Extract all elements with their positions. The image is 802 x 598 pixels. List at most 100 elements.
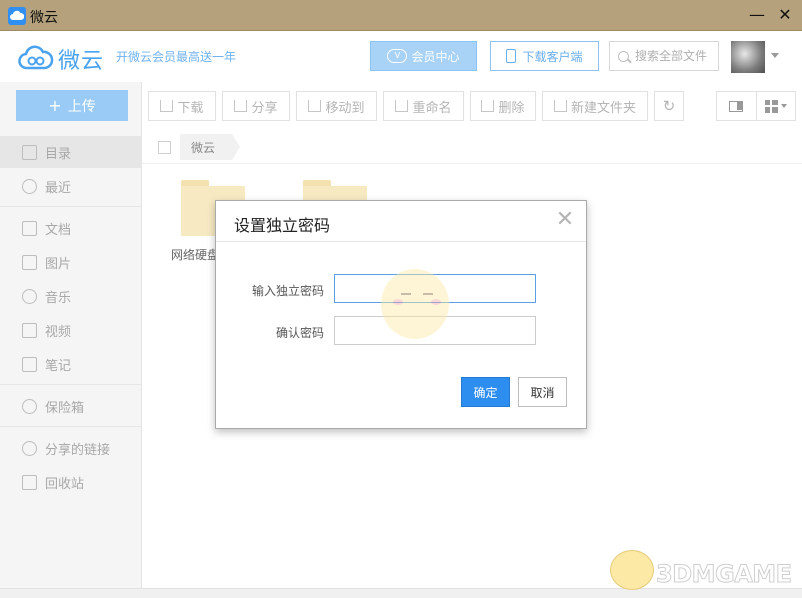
breadcrumb-current: 微云 bbox=[191, 140, 216, 155]
sidebar-item-recent[interactable]: 最近 bbox=[0, 170, 142, 202]
trash-icon bbox=[481, 100, 495, 112]
sidebar-item-label: 文档 bbox=[45, 222, 72, 238]
download-button[interactable]: 下载 bbox=[148, 91, 216, 121]
list-icon bbox=[22, 144, 37, 160]
cloud-icon bbox=[18, 45, 54, 70]
grid-icon bbox=[764, 99, 778, 113]
clock-icon bbox=[22, 178, 37, 194]
new-folder-button[interactable]: 新建文件夹 bbox=[542, 91, 648, 121]
panel-icon bbox=[729, 100, 744, 112]
refresh-button[interactable]: ↻ bbox=[654, 91, 684, 121]
toolbar: 下载 分享 移动到 重命名 删除 新建文件夹 ↻ bbox=[142, 82, 802, 130]
vip-center-label: 会员中心 bbox=[411, 49, 460, 64]
video-icon bbox=[22, 322, 37, 338]
move-to-button[interactable]: 移动到 bbox=[296, 91, 377, 121]
download-label: 下载 bbox=[177, 100, 204, 116]
sidebar-item-label: 视频 bbox=[45, 324, 72, 340]
sidebar-item-music[interactable]: 音乐 bbox=[0, 280, 142, 312]
share-label: 分享 bbox=[251, 100, 278, 116]
logo-text: 微云 bbox=[58, 49, 105, 74]
sidebar-item-documents[interactable]: 文档 bbox=[0, 212, 142, 244]
divider bbox=[0, 426, 141, 427]
rename-label: 重命名 bbox=[412, 100, 452, 116]
sidebar-item-label: 保险箱 bbox=[45, 400, 85, 416]
title-bar: 微云 — ✕ bbox=[0, 0, 802, 31]
sidebar-item-shared-links[interactable]: 分享的链接 bbox=[0, 432, 142, 464]
detail-panel-toggle[interactable] bbox=[717, 92, 757, 120]
new-folder-icon bbox=[553, 100, 567, 112]
avatar[interactable] bbox=[731, 41, 765, 73]
sidebar-item-label: 回收站 bbox=[45, 476, 85, 492]
divider bbox=[216, 241, 586, 242]
upload-label: 上传 bbox=[67, 98, 96, 115]
edit-icon bbox=[395, 100, 409, 112]
plus-icon: + bbox=[48, 96, 62, 115]
music-icon bbox=[22, 288, 37, 304]
move-to-label: 移动到 bbox=[325, 100, 365, 116]
delete-button[interactable]: 删除 bbox=[470, 91, 536, 121]
new-folder-label: 新建文件夹 bbox=[570, 100, 636, 116]
refresh-icon: ↻ bbox=[662, 97, 676, 115]
sidebar-item-images[interactable]: 图片 bbox=[0, 246, 142, 278]
sidebar-item-videos[interactable]: 视频 bbox=[0, 314, 142, 346]
sidebar-item-label: 音乐 bbox=[45, 290, 72, 306]
download-icon bbox=[160, 100, 174, 112]
vip-promo-link[interactable]: 开微云会员最高送一年 bbox=[116, 48, 236, 65]
download-client-label: 下载客户端 bbox=[522, 49, 583, 64]
sidebar-item-notes[interactable]: 笔记 bbox=[0, 348, 142, 380]
confirm-button[interactable]: 确定 bbox=[461, 377, 510, 407]
close-icon[interactable]: ✕ bbox=[554, 209, 576, 231]
set-password-dialog: 设置独立密码 ✕ 输入独立密码 确认密码 确定 取消 bbox=[215, 200, 587, 429]
trash-icon bbox=[22, 474, 37, 490]
vip-icon: V bbox=[387, 49, 408, 63]
delete-label: 删除 bbox=[498, 100, 525, 116]
folder-label: 网络硬盘 bbox=[171, 248, 220, 262]
sidebar-item-label: 图片 bbox=[45, 256, 72, 272]
sidebar-item-label: 分享的链接 bbox=[45, 442, 111, 458]
vip-center-button[interactable]: V 会员中心 bbox=[370, 41, 477, 71]
sidebar-item-safe[interactable]: 保险箱 bbox=[0, 390, 142, 422]
search-input[interactable] bbox=[635, 49, 711, 63]
sidebar-item-label: 最近 bbox=[45, 180, 72, 196]
upload-button[interactable]: + 上传 bbox=[16, 90, 128, 121]
sidebar-item-label: 笔记 bbox=[45, 358, 72, 374]
grid-view-button[interactable] bbox=[757, 92, 796, 120]
breadcrumb[interactable]: 微云 bbox=[180, 134, 240, 160]
confirm-password-field[interactable] bbox=[334, 316, 536, 345]
search-icon bbox=[618, 50, 629, 62]
shield-icon bbox=[22, 398, 37, 414]
search-box[interactable] bbox=[609, 41, 719, 71]
share-button[interactable]: 分享 bbox=[222, 91, 290, 121]
divider bbox=[0, 206, 141, 207]
password-label: 输入独立密码 bbox=[251, 284, 324, 298]
move-icon bbox=[308, 100, 322, 112]
document-icon bbox=[22, 220, 37, 236]
password-field[interactable] bbox=[334, 274, 536, 303]
chevron-down-icon bbox=[780, 104, 787, 108]
status-bar bbox=[0, 588, 802, 598]
weiyun-app-icon bbox=[8, 7, 26, 25]
divider bbox=[0, 384, 141, 385]
chevron-down-icon[interactable] bbox=[771, 53, 779, 58]
cancel-button[interactable]: 取消 bbox=[518, 377, 567, 407]
sidebar-item-label: 目录 bbox=[45, 146, 72, 162]
download-client-button[interactable]: 下载客户端 bbox=[490, 41, 599, 71]
close-window-button[interactable]: ✕ bbox=[773, 4, 797, 28]
minimize-button[interactable]: — bbox=[745, 4, 769, 28]
header: 微云 开微云会员最高送一年 V 会员中心 下载客户端 bbox=[0, 31, 802, 82]
confirm-password-label: 确认密码 bbox=[275, 326, 324, 340]
view-switcher bbox=[716, 91, 796, 121]
share-icon bbox=[22, 440, 37, 456]
note-icon bbox=[22, 356, 37, 372]
sidebar-item-recycle-bin[interactable]: 回收站 bbox=[0, 466, 142, 498]
sidebar: + 上传 目录 最近 文档 图片 音乐 视频 笔记 保险箱 分享的链接 回收站 bbox=[0, 82, 142, 588]
breadcrumb-bar: 微云 bbox=[142, 130, 802, 164]
share-icon bbox=[234, 100, 248, 112]
sidebar-item-directory[interactable]: 目录 bbox=[0, 136, 142, 168]
image-icon bbox=[22, 254, 37, 270]
phone-icon bbox=[506, 49, 517, 63]
dialog-title: 设置独立密码 bbox=[234, 216, 331, 235]
select-all-checkbox[interactable] bbox=[158, 141, 171, 154]
rename-button[interactable]: 重命名 bbox=[383, 91, 464, 121]
window-title: 微云 bbox=[30, 10, 58, 26]
